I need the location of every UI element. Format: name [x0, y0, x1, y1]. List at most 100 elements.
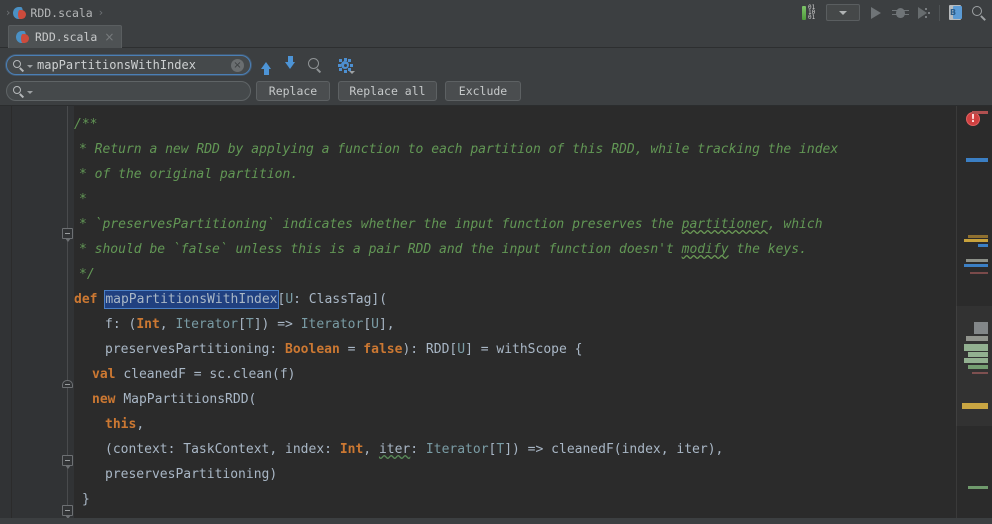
- magnifier-icon: [307, 57, 322, 73]
- code-token: Int: [339, 442, 364, 457]
- breadcrumb-trailing-chevron: ›: [98, 6, 104, 19]
- code-line: * Return a new RDD by applying a functio…: [79, 137, 838, 162]
- tab-label: RDD.scala: [35, 30, 98, 44]
- replace-search-icon: [13, 85, 24, 97]
- search-everywhere-icon[interactable]: [968, 2, 990, 24]
- tab-rdd-scala[interactable]: RDD.scala ×: [8, 25, 123, 48]
- fold-region-end-icon[interactable]: [60, 377, 75, 389]
- editor-gutter[interactable]: [12, 106, 74, 524]
- code-token: }: [82, 492, 90, 507]
- breadcrumb-leading-chevron: ›: [6, 6, 11, 19]
- database-icon[interactable]: B: [944, 2, 966, 24]
- find-previous-button[interactable]: [256, 55, 276, 75]
- code-token: : ClassTag](: [293, 292, 388, 307]
- find-replace-panel: mapPartitionsWithIndex × Replace Replace…: [0, 48, 992, 148]
- code-line: (context: TaskContext, index: Int, iter:…: [105, 437, 723, 462]
- code-token: ] = withScope {: [465, 342, 583, 357]
- ide-window: › RDD.scala › 01 10 01 B RDD.scala × map…: [0, 0, 992, 524]
- clear-search-icon[interactable]: ×: [231, 58, 244, 72]
- code-token: /**: [74, 117, 98, 132]
- run-configuration-selector[interactable]: [823, 2, 863, 24]
- scrollbar-marker: [964, 264, 988, 267]
- code-line: this,: [105, 412, 144, 437]
- code-token: T: [245, 317, 254, 332]
- replace-all-button[interactable]: Replace all: [338, 81, 437, 101]
- code-token: U: [371, 317, 379, 332]
- code-editor[interactable]: /** * Return a new RDD by applying a func…: [0, 106, 992, 524]
- scrollbar-marker: [970, 272, 988, 274]
- top-toolbar: › RDD.scala › 01 10 01 B: [0, 0, 992, 25]
- run-icon[interactable]: [865, 2, 887, 24]
- code-text[interactable]: /** * Return a new RDD by applying a func…: [74, 106, 956, 524]
- scrollbar-marker: [964, 239, 988, 242]
- code-token: ,: [363, 442, 379, 457]
- code-line: f: (Int, Iterator[T]) => Iterator[U],: [105, 312, 395, 337]
- replace-history-chevron-down-icon[interactable]: [27, 91, 33, 94]
- code-token: [: [363, 317, 372, 332]
- arrow-up-icon: [261, 61, 271, 75]
- code-token: iter: [378, 442, 411, 457]
- close-icon[interactable]: ×: [104, 31, 114, 43]
- code-token: :: [410, 442, 426, 457]
- code-token: * of the original partition.: [79, 167, 299, 182]
- replace-button[interactable]: Replace: [256, 81, 330, 101]
- fold-collapse-icon[interactable]: [60, 228, 75, 242]
- fold-collapse-icon[interactable]: [60, 505, 75, 519]
- code-line: val cleanedF = sc.clean(f): [92, 362, 296, 387]
- editor-scrollbar-thumb[interactable]: [956, 306, 992, 426]
- code-token: cleanedF = sc.clean(f): [123, 367, 296, 382]
- code-token: [: [238, 317, 246, 332]
- error-badge-icon[interactable]: [966, 112, 980, 126]
- code-line: preservesPartitioning): [105, 462, 277, 487]
- marker-gutter[interactable]: [956, 106, 992, 524]
- code-token: U: [457, 342, 466, 357]
- search-icon: [13, 59, 24, 71]
- exclude-button-label: Exclude: [458, 84, 508, 98]
- code-token: ,: [136, 417, 145, 432]
- scrollbar-marker: [966, 158, 988, 162]
- find-settings-button[interactable]: [335, 55, 355, 75]
- replace-input[interactable]: [6, 81, 251, 101]
- search-history-chevron-down-icon[interactable]: [27, 65, 33, 68]
- scrollbar-marker: [966, 259, 988, 262]
- code-token: ],: [378, 317, 395, 332]
- code-token: val: [92, 367, 124, 382]
- code-token: Iterator: [300, 317, 364, 332]
- scala-file-icon: [13, 6, 27, 20]
- code-token: * `preservesPartitioning` indicates whet…: [79, 217, 682, 232]
- code-token: Iterator: [425, 442, 489, 457]
- binary-data-icon[interactable]: 01 10 01: [799, 2, 821, 24]
- editor-left-strip: [0, 106, 12, 524]
- code-line: */: [79, 262, 95, 287]
- code-token: ): RDD[: [402, 342, 458, 357]
- code-token: ]) => cleanedF(index, iter),: [504, 442, 724, 457]
- current-match-highlight: mapPartitionsWithIndex: [104, 290, 279, 309]
- code-token: *: [79, 192, 87, 207]
- code-token: * should be `false` unless this is a pai…: [79, 242, 682, 257]
- code-token: partitioner: [681, 217, 768, 232]
- code-token: preservesPartitioning:: [105, 342, 286, 357]
- toolbar-right-group: 01 10 01 B: [799, 0, 990, 25]
- code-token: Boolean: [285, 342, 340, 357]
- code-token: modify: [681, 242, 729, 257]
- breadcrumb[interactable]: › RDD.scala ›: [0, 6, 103, 20]
- code-token: ,: [159, 317, 176, 332]
- code-token: Iterator: [175, 317, 239, 332]
- code-token: false: [363, 342, 403, 357]
- status-strip: [0, 518, 992, 524]
- code-line: }: [82, 487, 90, 512]
- fold-collapse-icon[interactable]: [60, 455, 75, 469]
- code-token: preservesPartitioning): [105, 467, 278, 482]
- code-token: * Return a new RDD by applying a functio…: [79, 142, 839, 157]
- toolbar-divider: [939, 4, 940, 21]
- run-with-coverage-icon[interactable]: [913, 2, 935, 24]
- code-token: =: [339, 342, 364, 357]
- exclude-button[interactable]: Exclude: [445, 81, 521, 101]
- find-in-path-button[interactable]: [304, 55, 324, 75]
- code-token: new: [92, 392, 124, 407]
- breadcrumb-file-label[interactable]: RDD.scala: [30, 6, 92, 20]
- search-input[interactable]: mapPartitionsWithIndex ×: [6, 55, 251, 75]
- code-token: */: [79, 267, 95, 282]
- debug-icon[interactable]: [889, 2, 911, 24]
- find-next-button[interactable]: [280, 55, 300, 75]
